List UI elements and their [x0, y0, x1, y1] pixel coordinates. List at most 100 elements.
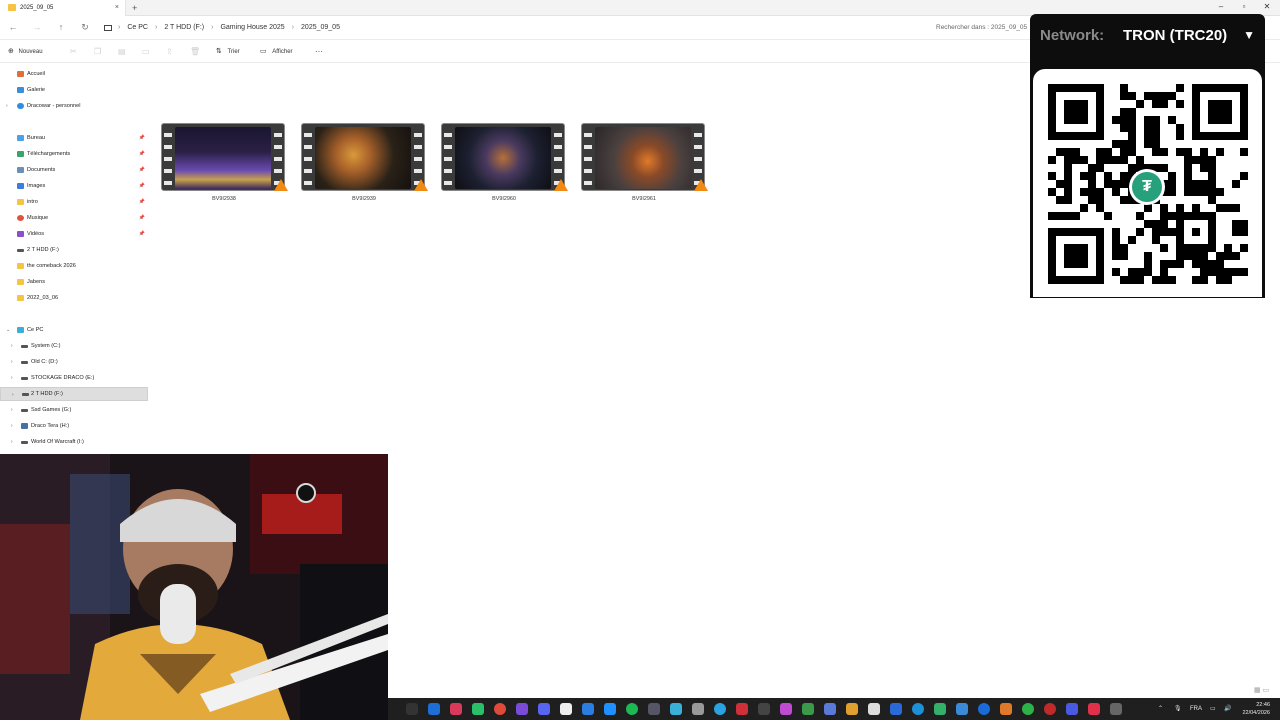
close-window-button[interactable]: ✕ [1256, 0, 1278, 14]
volume-icon[interactable]: 🔊 [1224, 698, 1231, 720]
thumbnail-image [175, 127, 271, 189]
sidebar-item-videos[interactable]: Vidéos 📌 [0, 227, 148, 241]
app-icon[interactable] [1044, 703, 1056, 715]
app-icon[interactable] [1022, 703, 1034, 715]
delete-icon[interactable]: 🗑 [190, 41, 200, 63]
app-icon[interactable] [494, 703, 506, 715]
sidebar-item-drive-c[interactable]: › System (C:) [0, 339, 148, 353]
breadcrumb-item-gaming-house[interactable]: Gaming House 2025 [220, 20, 284, 36]
app-icon[interactable] [956, 703, 968, 715]
tab-close-button[interactable]: × [115, 0, 119, 16]
system-clock[interactable]: 22:46 22/04/2026 [1242, 701, 1270, 717]
app-icon[interactable] [472, 703, 484, 715]
view-button[interactable]: ▭ Afficher [260, 41, 293, 63]
tray-chevron-icon[interactable]: ⌃ [1158, 698, 1163, 720]
rename-icon[interactable]: ▭ [142, 41, 150, 63]
app-icon[interactable] [648, 703, 660, 715]
sidebar-item-bureau[interactable]: Bureau 📌 [0, 131, 148, 145]
more-options-button[interactable]: ··· [315, 41, 323, 63]
maximize-button[interactable]: ▫ [1233, 0, 1255, 14]
app-icon[interactable] [912, 703, 924, 715]
app-icon[interactable] [934, 703, 946, 715]
app-icon[interactable] [978, 703, 990, 715]
app-icon[interactable] [692, 703, 704, 715]
minimize-button[interactable]: – [1210, 0, 1232, 14]
app-icon[interactable] [868, 703, 880, 715]
app-icon[interactable] [890, 703, 902, 715]
sidebar-item-drive-g[interactable]: › Ssd Games (G:) [0, 403, 148, 417]
microphone-icon[interactable]: 🎙 [1174, 698, 1182, 720]
view-toggle-icons[interactable]: ▦ ▭ [1254, 686, 1269, 694]
sidebar-item-jabens[interactable]: Jabens [0, 275, 148, 289]
app-icon[interactable] [1088, 703, 1100, 715]
sidebar-item-drive-e[interactable]: › STOCKAGE DRACO (E:) [0, 371, 148, 385]
sidebar-item-drive-d[interactable]: › Old C: (D:) [0, 355, 148, 369]
network-icon[interactable]: ▭ [1210, 698, 1216, 720]
app-icon[interactable] [604, 703, 616, 715]
app-icon[interactable] [736, 703, 748, 715]
breadcrumb[interactable]: › Ce PC › 2 T HDD (F:) › Gaming House 20… [104, 20, 340, 36]
file-item[interactable]: BV9I2939 [301, 123, 428, 202]
sidebar-item-intro[interactable]: intro 📌 [0, 195, 148, 209]
app-icon[interactable] [450, 703, 462, 715]
file-name: BV9I2961 [632, 196, 656, 202]
sidebar-item-label: System (C:) [31, 343, 61, 349]
tab-current-folder[interactable]: 2025_09_05 × [0, 0, 126, 16]
telegram-icon[interactable] [714, 703, 726, 715]
app-icon[interactable] [780, 703, 792, 715]
language-indicator[interactable]: FRA [1190, 698, 1202, 720]
vlc-cone-icon [694, 179, 708, 191]
app-icon[interactable] [560, 703, 572, 715]
up-arrow-icon[interactable]: ↑ [54, 20, 68, 34]
app-icon[interactable] [428, 703, 440, 715]
app-icon[interactable] [516, 703, 528, 715]
app-icon[interactable] [1066, 703, 1078, 715]
breadcrumb-item-drive[interactable]: 2 T HDD (F:) [164, 20, 204, 36]
sidebar-item-drive-i[interactable]: › World Of Warcraft (I:) [0, 435, 148, 449]
sidebar-item-2t-hdd[interactable]: 2 T HDD (F:) [0, 243, 148, 257]
spotify-icon[interactable] [626, 703, 638, 715]
file-item[interactable]: BV9I2938 [161, 123, 288, 202]
app-icon[interactable] [1000, 703, 1012, 715]
sidebar-item-the-comeback[interactable]: the comeback 2026 [0, 259, 148, 273]
sidebar-item-telechargements[interactable]: Téléchargements 📌 [0, 147, 148, 161]
network-select[interactable]: TRON (TRC20) [1123, 27, 1227, 44]
app-icon[interactable] [802, 703, 814, 715]
app-icon[interactable] [582, 703, 594, 715]
back-arrow-icon[interactable]: ← [6, 20, 20, 34]
paste-icon[interactable]: ▤ [118, 41, 126, 63]
sidebar-item-2022-03-06[interactable]: 2022_03_06 [0, 291, 148, 305]
sidebar-item-galerie[interactable]: Galerie [0, 83, 148, 97]
app-icon[interactable] [758, 703, 770, 715]
sidebar-item-documents[interactable]: Documents 📌 [0, 163, 148, 177]
sidebar-item-ce-pc[interactable]: ⌄ Ce PC [0, 323, 148, 337]
sidebar-item-drive-h[interactable]: › Draco Tera (H:) [0, 419, 148, 433]
sidebar-item-images[interactable]: Images 📌 [0, 179, 148, 193]
file-item[interactable]: BV9I2961 [581, 123, 708, 202]
app-icon[interactable] [670, 703, 682, 715]
app-icon[interactable] [538, 703, 550, 715]
app-icon[interactable] [406, 703, 418, 715]
sidebar-item-drive-f[interactable]: › 2 T HDD (F:) [0, 387, 148, 401]
new-button[interactable]: ⊕ Nouveau [8, 41, 43, 63]
caret-down-icon[interactable]: ▼ [1243, 28, 1255, 42]
copy-icon[interactable]: ❐ [94, 41, 101, 63]
breadcrumb-item-current[interactable]: 2025_09_05 [301, 20, 340, 36]
new-tab-button[interactable]: + [132, 0, 137, 16]
search-input[interactable]: Rechercher dans : 2025_09_05 [930, 19, 1030, 37]
app-icon[interactable] [824, 703, 836, 715]
pin-icon: 📌 [138, 199, 145, 205]
refresh-icon[interactable]: ↻ [78, 20, 92, 34]
sidebar-item-accueil[interactable]: Accueil [0, 67, 148, 81]
file-item[interactable]: BV9I2960 [441, 123, 568, 202]
sidebar-item-onedrive[interactable]: › Dracowar - personnel [0, 99, 148, 113]
forward-arrow-icon[interactable]: → [30, 20, 44, 34]
folder-icon [17, 295, 24, 301]
sidebar-item-musique[interactable]: Musique 📌 [0, 211, 148, 225]
sort-button[interactable]: ⇅ Trier [216, 41, 240, 63]
breadcrumb-item-ce-pc[interactable]: Ce PC [127, 20, 148, 36]
cut-icon[interactable]: ✂ [70, 41, 77, 63]
app-icon[interactable] [1110, 703, 1122, 715]
share-icon[interactable]: ⇪ [166, 41, 173, 63]
app-icon[interactable] [846, 703, 858, 715]
